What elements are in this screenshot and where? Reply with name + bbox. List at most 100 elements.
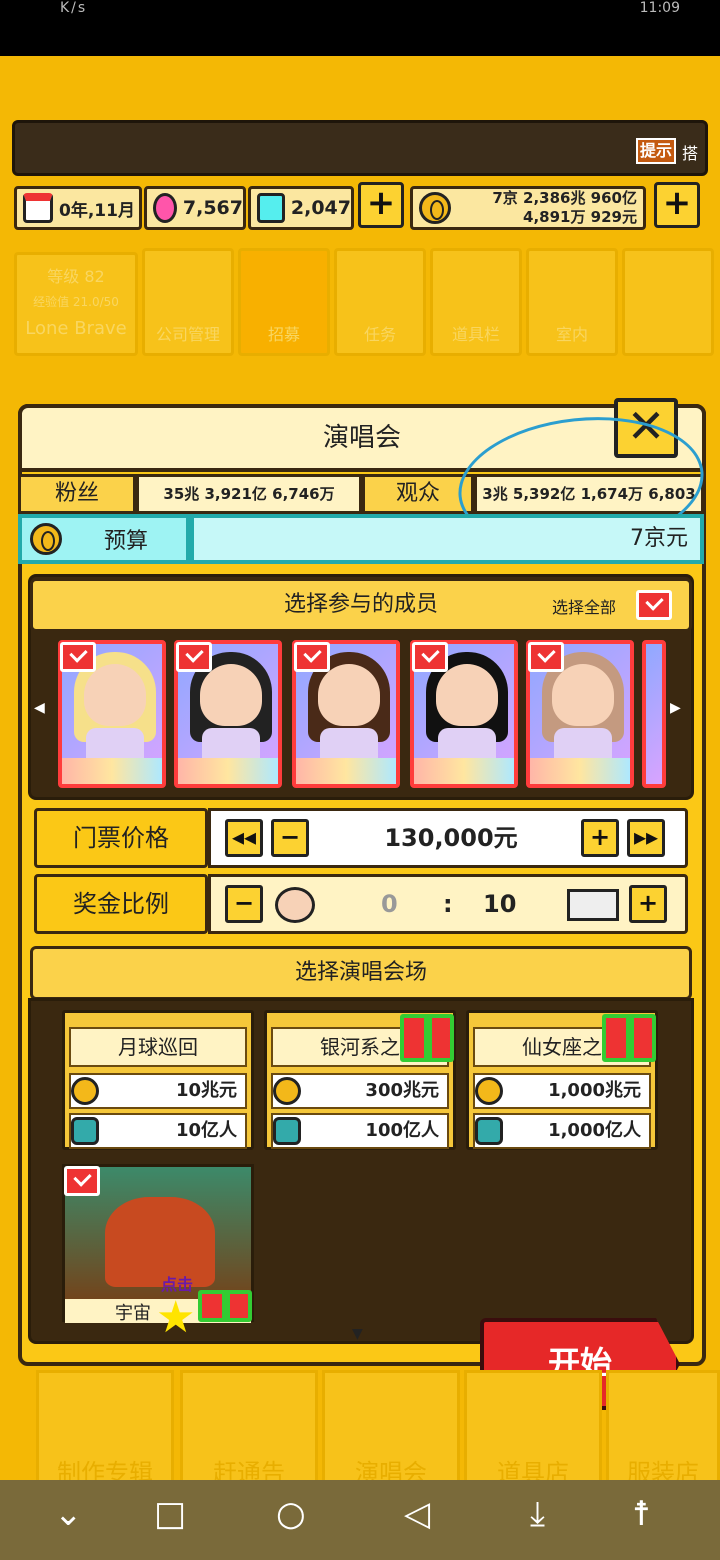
member-checkbox[interactable] [176, 642, 212, 672]
member-face [318, 664, 380, 726]
status-bar: K/s 11:09 [0, 0, 720, 56]
audience-label: 观众 [362, 474, 474, 514]
bonus-left-value: 0 [381, 890, 398, 918]
hint-button[interactable]: 提示 [636, 138, 676, 164]
member-card-footer [62, 758, 162, 784]
select-all-label: 选择全部 [552, 598, 617, 617]
back-icon[interactable]: ◁ [404, 1494, 430, 1534]
home-icon[interactable]: ○ [276, 1494, 306, 1534]
venue-checkbox[interactable] [64, 1166, 100, 1196]
gem-icon [153, 193, 177, 223]
date-display: 0年,11月 [14, 186, 142, 230]
member-face [84, 664, 146, 726]
bonus-right-value: 10 [483, 890, 517, 918]
gift-icon [602, 1014, 656, 1062]
diamond-icon [257, 193, 285, 223]
coin-icon [71, 1077, 99, 1105]
star-icon: ★ [156, 1292, 196, 1343]
ticket-min-button[interactable]: ◂◂ [225, 819, 263, 857]
date-value: 0年,11月 [59, 200, 135, 221]
task-tile[interactable]: 任务 [334, 248, 426, 356]
exp-text: 经验值 21.0/50 [33, 295, 119, 309]
company-tile[interactable]: 公司管理 [142, 248, 234, 356]
member-dress [554, 728, 612, 758]
budget-label: 预算 [104, 529, 149, 554]
member-face [200, 664, 262, 726]
bonus-separator: : [443, 890, 453, 918]
money-display: 7京 2,386兆 960亿 4,891万 929元 [410, 186, 646, 230]
scroll-down-arrow[interactable]: ▼ [352, 1326, 363, 1342]
diamond-display: 2,047 [248, 186, 354, 230]
tab-album[interactable]: 制作专辑 [36, 1370, 174, 1490]
member-checkbox[interactable] [528, 642, 564, 672]
money-line-2: 4,891万 929元 [523, 208, 637, 226]
diamond-value: 2,047 [290, 197, 351, 219]
coin-icon [419, 192, 451, 224]
indoor-tile[interactable]: 室内 [526, 248, 618, 356]
player-name: Lone Brave [25, 318, 127, 339]
member-card-partial[interactable] [642, 640, 666, 788]
person-icon [475, 1117, 503, 1145]
clock: 11:09 [639, 0, 680, 16]
coin-icon [30, 523, 62, 555]
level-label: 等级 [47, 267, 80, 286]
bottom-tab-bar: 制作专辑 赶通告 演唱会 道具店 服装店 [0, 1370, 720, 1490]
tab-item-shop[interactable]: 道具店 [464, 1370, 602, 1490]
game-title-bar [12, 120, 708, 176]
ticket-price-label: 门票价格 [34, 808, 208, 868]
select-all-checkbox[interactable] [636, 590, 672, 620]
extra-tile[interactable] [622, 248, 714, 356]
member-dress [438, 728, 496, 758]
items-tile[interactable]: 道具栏 [430, 248, 522, 356]
tab-clothing-shop[interactable]: 服装店 [606, 1370, 720, 1490]
hint-extra-text: 搭 [682, 144, 699, 163]
ticket-decrease-button[interactable]: − [271, 819, 309, 857]
member-checkbox[interactable] [412, 642, 448, 672]
bonus-ratio-label: 奖金比例 [34, 874, 208, 934]
coin-icon [273, 1077, 301, 1105]
recruit-tile[interactable]: 招募 [238, 248, 330, 356]
member-card-footer [414, 758, 514, 784]
ticket-increase-button[interactable]: + [581, 819, 619, 857]
bonus-increase-button[interactable]: + [629, 885, 667, 923]
gem-value: 7,567 [182, 197, 243, 219]
accessibility-icon[interactable]: ☨ [632, 1494, 651, 1534]
venue-header: 选择演唱会场 [30, 946, 692, 1000]
budget-label-box: 预算 [18, 514, 190, 564]
member-face [436, 664, 498, 726]
download-icon[interactable]: ⤓ [530, 1494, 545, 1534]
ticket-max-button[interactable]: ▸▸ [627, 819, 665, 857]
player-info-tile[interactable]: 等级 82 经验值 21.0/50 Lone Brave [14, 252, 138, 356]
ticket-price-value: 130,000元 [384, 824, 518, 852]
tab-concert[interactable]: 演唱会 [322, 1370, 460, 1490]
gift-icon [400, 1014, 454, 1062]
calendar-icon [23, 193, 53, 223]
add-currency-button[interactable]: + [358, 182, 404, 228]
member-dress [86, 728, 144, 758]
scroll-left-arrow[interactable]: ◀ [34, 700, 45, 716]
person-icon [273, 1117, 301, 1145]
member-card-footer [178, 758, 278, 784]
building-icon [567, 889, 619, 921]
fans-label: 粉丝 [18, 474, 136, 514]
recents-icon[interactable]: □ [154, 1494, 186, 1534]
coin-icon [475, 1077, 503, 1105]
venue-card-moon[interactable]: 月球巡回 10兆元 10亿人 [62, 1010, 254, 1150]
system-nav-bar: ⌄ □ ○ ◁ ⤓ ☨ [0, 1480, 720, 1560]
venue-name: 月球巡回 [69, 1027, 247, 1067]
level-value: 82 [84, 267, 105, 286]
bonus-decrease-button[interactable]: − [225, 885, 263, 923]
member-dress [320, 728, 378, 758]
gift-icon [198, 1290, 252, 1322]
ticket-price-row: ◂◂ − 130,000元 + ▸▸ [208, 808, 688, 868]
tab-gigs[interactable]: 赶通告 [180, 1370, 318, 1490]
chevron-down-icon[interactable]: ⌄ [54, 1494, 83, 1534]
member-checkbox[interactable] [60, 642, 96, 672]
fans-value: 35兆 3,921亿 6,746万 8,032人 [136, 474, 362, 537]
scroll-right-arrow[interactable]: ▶ [670, 700, 681, 716]
budget-value: 7京元 [190, 514, 704, 564]
member-checkbox[interactable] [294, 642, 330, 672]
money-line-1: 7京 2,386兆 960亿 [492, 189, 637, 207]
add-money-button[interactable]: + [654, 182, 700, 228]
member-face-icon [275, 887, 315, 923]
